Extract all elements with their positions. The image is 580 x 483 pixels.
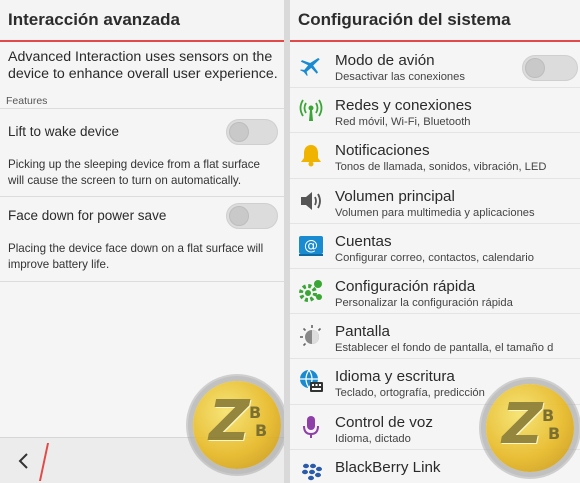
chevron-left-icon[interactable] bbox=[12, 448, 38, 474]
antenna-icon bbox=[298, 97, 324, 123]
zbb-watermark-logo: Z B B bbox=[486, 384, 574, 472]
item-title: Notificaciones bbox=[335, 142, 430, 160]
list-item-display[interactable]: Pantalla Establecer el fondo de pantalla… bbox=[290, 314, 580, 360]
list-item-master-volume[interactable]: Volumen principal Volumen para multimedi… bbox=[290, 179, 580, 224]
face-down-toggle[interactable] bbox=[226, 203, 278, 229]
lift-to-wake-toggle[interactable] bbox=[226, 119, 278, 145]
title-underline bbox=[0, 40, 284, 42]
divider bbox=[0, 281, 284, 282]
item-title: Control de voz bbox=[335, 413, 433, 431]
blackberry-icon bbox=[298, 459, 324, 483]
page-title: Interacción avanzada bbox=[0, 0, 284, 40]
lift-to-wake-row[interactable]: Lift to wake device bbox=[8, 117, 278, 147]
advanced-interaction-screen: Interacción avanzada Advanced Interactio… bbox=[0, 0, 284, 483]
watermark-sub2: B bbox=[548, 424, 561, 443]
bell-icon bbox=[298, 142, 324, 168]
item-title: Redes y conexiones bbox=[335, 97, 472, 115]
item-subtitle: Configurar correo, contactos, calendario bbox=[335, 251, 534, 264]
list-item-networks[interactable]: Redes y conexiones Red móvil, Wi-Fi, Blu… bbox=[290, 88, 580, 134]
list-item-airplane-mode[interactable]: Modo de avión Desactivar las conexiones bbox=[290, 43, 580, 89]
system-settings-screen: Configuración del sistema Modo de avión … bbox=[290, 0, 580, 483]
toggle-knob bbox=[525, 58, 545, 78]
lift-to-wake-label: Lift to wake device bbox=[8, 124, 120, 139]
divider bbox=[0, 108, 284, 109]
features-section-label: Features bbox=[6, 95, 48, 107]
item-title: Cuentas bbox=[335, 232, 392, 250]
item-subtitle: Idioma, dictado bbox=[335, 432, 411, 445]
brightness-icon bbox=[298, 323, 324, 349]
speaker-icon bbox=[298, 188, 324, 214]
zbb-watermark-logo: Z B B bbox=[193, 381, 281, 469]
item-title: Idioma y escritura bbox=[335, 368, 455, 386]
item-subtitle: Tonos de llamada, sonidos, vibración, LE… bbox=[335, 161, 547, 174]
svg-text:@: @ bbox=[304, 238, 318, 254]
item-subtitle: Desactivar las conexiones bbox=[335, 71, 465, 83]
face-down-row[interactable]: Face down for power save bbox=[8, 201, 278, 231]
item-title: Volumen principal bbox=[335, 187, 455, 205]
face-down-label: Face down for power save bbox=[8, 208, 167, 223]
item-subtitle: Personalizar la configuración rápida bbox=[335, 296, 513, 309]
item-subtitle: Establecer el fondo de pantalla, el tama… bbox=[335, 342, 554, 355]
item-subtitle: Teclado, ortografía, predicción bbox=[335, 387, 485, 400]
at-sign-icon: @ bbox=[298, 233, 324, 259]
globe-keyboard-icon bbox=[298, 368, 324, 394]
item-subtitle: Red móvil, Wi-Fi, Bluetooth bbox=[335, 116, 471, 129]
title-underline bbox=[290, 40, 580, 42]
page-title: Configuración del sistema bbox=[290, 0, 580, 40]
airplane-mode-toggle[interactable] bbox=[522, 55, 578, 81]
list-item-accounts[interactable]: @ Cuentas Configurar correo, contactos, … bbox=[290, 224, 580, 269]
list-item-quick-settings[interactable]: Configuración rápida Personalizar la con… bbox=[290, 269, 580, 315]
item-title: Configuración rápida bbox=[335, 277, 476, 295]
watermark-sub2: B bbox=[255, 421, 268, 440]
toggle-knob bbox=[229, 122, 249, 142]
list-item-notifications[interactable]: Notificaciones Tonos de llamada, sonidos… bbox=[290, 133, 580, 179]
watermark-sub1: B bbox=[542, 406, 555, 425]
watermark-letter: Z bbox=[209, 389, 250, 454]
watermark-sub1: B bbox=[249, 403, 262, 422]
quick-settings-icon bbox=[298, 278, 324, 304]
item-subtitle: Volumen para multimedia y aplicaciones bbox=[335, 206, 535, 219]
intro-text: Advanced Interaction uses sensors on the… bbox=[8, 49, 278, 82]
item-title: Pantalla bbox=[335, 323, 390, 341]
divider bbox=[0, 196, 284, 197]
airplane-icon bbox=[298, 52, 324, 78]
item-title: Modo de avión bbox=[335, 52, 435, 69]
back-separator bbox=[38, 443, 50, 481]
item-title: BlackBerry Link bbox=[335, 458, 441, 476]
lift-to-wake-description: Picking up the sleeping device from a fl… bbox=[8, 158, 260, 187]
face-down-description: Placing the device face down on a flat s… bbox=[8, 242, 264, 271]
watermark-letter: Z bbox=[502, 392, 543, 457]
microphone-icon bbox=[298, 414, 324, 440]
toggle-knob bbox=[229, 206, 249, 226]
